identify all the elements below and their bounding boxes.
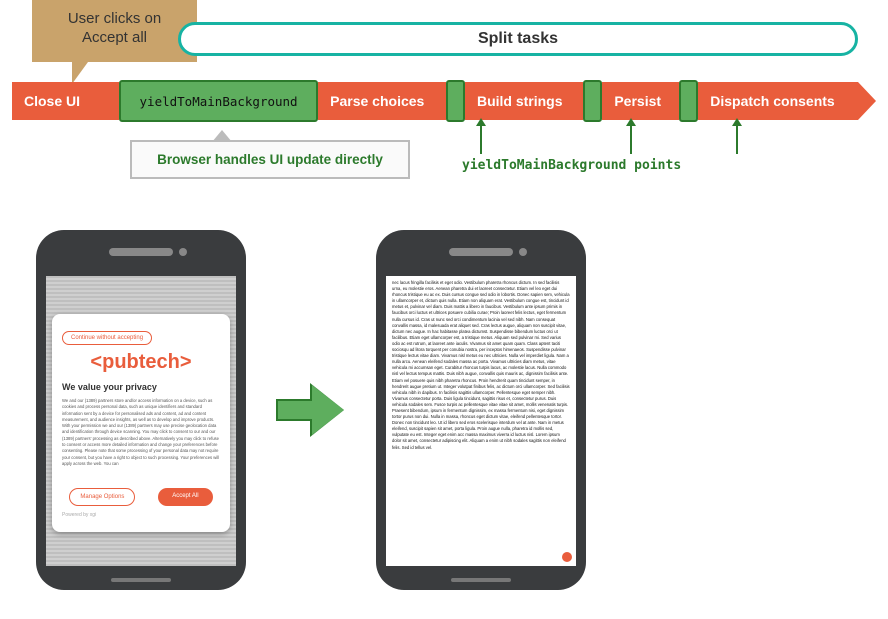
browser-handles-note: Browser handles UI update directly [130,140,410,179]
phone-after-screen: nec lacus fringilla facilisis et eget od… [386,276,576,566]
yield-main-box: yieldToMainBackground [119,80,318,122]
transition-arrow-icon [276,387,346,433]
pubtech-logo: <pubtech> [62,351,220,374]
split-tasks-label: Split tasks [178,22,858,56]
fab-icon[interactable] [562,552,572,562]
page-content-text: nec lacus fringilla facilisis et eget od… [386,276,576,455]
segment-build: Build strings [465,82,583,120]
timeline-arrowhead-icon [858,82,876,120]
phone-before: Continue without accepting <pubtech> We … [36,230,246,590]
yield-arrow-1-icon [480,124,482,154]
home-indicator-icon [451,578,511,582]
accept-all-button[interactable]: Accept All [158,488,212,506]
timeline: Close UI yieldToMainBackground Parse cho… [12,82,876,120]
yield-points-label: yieldToMainBackground points [462,158,681,173]
yield-arrow-3-icon [736,124,738,154]
cookie-modal: Continue without accepting <pubtech> We … [52,314,230,532]
phone-before-screen: Continue without accepting <pubtech> We … [46,276,236,566]
yield-tick-3 [679,80,698,122]
manage-options-button[interactable]: Manage Options [69,488,135,506]
segment-dispatch: Dispatch consents [698,82,858,120]
modal-body: We and our (1389) partners store and/or … [62,398,220,478]
user-click-callout: User clicks on Accept all [32,0,197,62]
home-indicator-icon [111,578,171,582]
yield-tick-2 [583,80,602,122]
modal-title: We value your privacy [62,382,220,392]
phone-comparison: Continue without accepting <pubtech> We … [36,230,586,590]
continue-without-button[interactable]: Continue without accepting [62,331,152,345]
powered-by: Powered by xgi [62,512,220,518]
segment-parse: Parse choices [318,82,446,120]
phone-after: nec lacus fringilla facilisis et eget od… [376,230,586,590]
segment-close-ui: Close UI [12,82,119,120]
yield-arrow-2-icon [630,124,632,154]
segment-persist: Persist [602,82,679,120]
yield-tick-1 [446,80,465,122]
